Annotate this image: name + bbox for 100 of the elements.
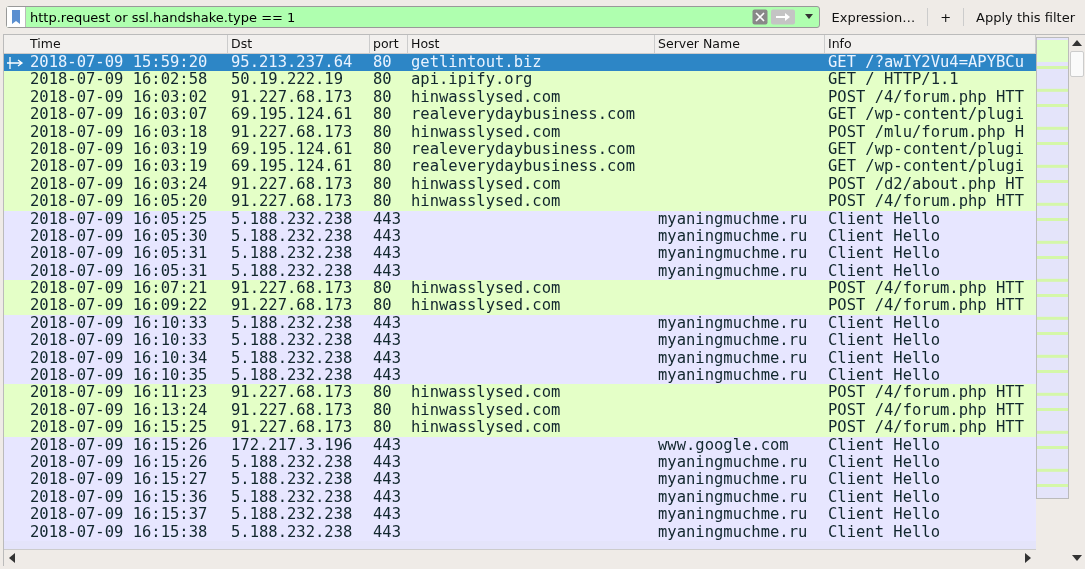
packet-row[interactable]: 2018-07-09 16:03:07 69.195.124.61 80 realeverydaybusiness.com GET /wp-content/plugi (4, 106, 1036, 124)
column-header[interactable]: Server Name (655, 35, 825, 53)
packet-row[interactable]: 2018-07-09 16:10:33 5.188.232.238 443 myaningmuchme.ru Client Hello (4, 332, 1036, 350)
table-cell: hinwasslysed.com (411, 88, 561, 107)
table-cell: 80 (373, 106, 392, 124)
column-header[interactable]: Host (408, 35, 655, 53)
table-cell: Client Hello (828, 227, 940, 246)
toolbar-button[interactable]: + (936, 7, 956, 27)
table-cell: 443 (373, 210, 401, 228)
column-header[interactable]: port (370, 35, 408, 53)
toolbar-button[interactable]: Expression… (827, 7, 920, 27)
scroll-right-icon[interactable] (1024, 553, 1032, 563)
table-cell: myaningmuchme.ru (658, 245, 808, 263)
table-cell: 443 (373, 506, 401, 524)
table-cell: 80 (373, 297, 392, 315)
table-cell: 2018-07-09 16:10:34 (30, 349, 208, 368)
packet-row[interactable]: 2018-07-09 16:05:20 91.227.68.173 80 hinwasslysed.com POST /4/forum.php HTT (4, 193, 1036, 211)
table-cell: 2018-07-09 16:15:27 (30, 471, 208, 489)
packet-row[interactable]: 2018-07-09 16:15:27 5.188.232.238 443 myaningmuchme.ru Client Hello (4, 471, 1036, 489)
table-cell: 5.188.232.238 (231, 523, 353, 541)
table-cell: 91.227.68.173 (231, 419, 353, 437)
table-cell: POST /4/forum.php HTT (828, 401, 1024, 420)
packet-row[interactable]: 2018-07-09 16:07:21 91.227.68.173 80 hinwasslysed.com POST /4/forum.php HTT (4, 280, 1036, 298)
table-cell: 443 (373, 332, 401, 350)
table-cell: 443 (373, 488, 401, 507)
filter-field[interactable]: http.request or ssl.handshake.type == 1 (6, 6, 820, 28)
column-header[interactable]: Dst (228, 35, 370, 53)
bookmark-icon[interactable] (7, 7, 26, 27)
scroll-up-icon[interactable] (1072, 39, 1083, 47)
column-header[interactable]: Info (825, 35, 1036, 53)
table-cell: 443 (373, 314, 401, 333)
dropdown-caret-icon[interactable] (804, 14, 813, 20)
table-cell: hinwasslysed.com (411, 175, 561, 194)
packet-row[interactable]: 2018-07-09 16:05:31 5.188.232.238 443 myaningmuchme.ru Client Hello (4, 245, 1036, 263)
table-cell: 172.217.3.196 (231, 436, 353, 454)
packet-row[interactable]: 2018-07-09 15:59:20 95.213.237.64 80 getlintout.biz GET /?awIY2Vu4=APYBCu (4, 54, 1036, 72)
table-cell: POST /4/forum.php HTT (828, 384, 1024, 402)
table-cell: 91.227.68.173 (231, 193, 353, 211)
table-cell: 2018-07-09 16:03:02 (30, 88, 208, 107)
table-cell: 443 (373, 245, 401, 263)
table-cell: 5.188.232.238 (231, 454, 353, 472)
table-cell: Client Hello (828, 367, 940, 385)
table-cell: 5.188.232.238 (231, 262, 353, 281)
table-cell: myaningmuchme.ru (658, 210, 808, 228)
table-cell: getlintout.biz (411, 54, 542, 72)
packet-row[interactable]: 2018-07-09 16:03:19 69.195.124.61 80 realeverydaybusiness.com GET /wp-content/plugi (4, 158, 1036, 176)
clear-icon[interactable] (751, 9, 768, 25)
table-cell: 91.227.68.173 (231, 297, 353, 315)
table-cell: 5.188.232.238 (231, 227, 353, 246)
toolbar-button[interactable]: Apply this filter (972, 7, 1079, 27)
packet-row[interactable]: 2018-07-09 16:15:37 5.188.232.238 443 myaningmuchme.ru Client Hello (4, 506, 1036, 524)
table-cell: 443 (373, 227, 401, 246)
table-cell: 91.227.68.173 (231, 88, 353, 107)
table-cell: 5.188.232.238 (231, 245, 353, 263)
table-cell: 2018-07-09 16:03:24 (30, 175, 208, 194)
packet-row[interactable]: 2018-07-09 16:09:22 91.227.68.173 80 hinwasslysed.com POST /4/forum.php HTT (4, 297, 1036, 315)
table-cell: www.google.com (658, 436, 789, 454)
table-cell: GET /wp-content/plugi (828, 158, 1024, 176)
table-cell: 2018-07-09 16:05:31 (30, 262, 208, 281)
scroll-left-icon[interactable] (8, 553, 16, 563)
table-cell: 2018-07-09 16:02:58 (30, 71, 208, 89)
packet-row[interactable]: 2018-07-09 16:02:58 50.19.222.19 80 api.ipify.org GET / HTTP/1.1 (4, 71, 1036, 89)
table-cell: 2018-07-09 16:10:33 (30, 332, 208, 350)
scroll-down-icon[interactable] (1072, 554, 1083, 562)
table-cell: 91.227.68.173 (231, 401, 353, 420)
packet-row[interactable]: 2018-07-09 16:11:23 91.227.68.173 80 hinwasslysed.com POST /4/forum.php HTT (4, 384, 1036, 402)
table-cell: myaningmuchme.ru (658, 506, 808, 524)
table-cell: 2018-07-09 16:15:36 (30, 488, 208, 507)
scrollbar-thumb[interactable] (1070, 51, 1085, 77)
table-cell: 91.227.68.173 (231, 175, 353, 194)
table-cell: 50.19.222.19 (231, 71, 343, 89)
column-header[interactable]: Time (4, 35, 228, 53)
table-cell: POST /4/forum.php HTT (828, 297, 1024, 315)
packet-row[interactable]: 2018-07-09 16:15:25 91.227.68.173 80 hinwasslysed.com POST /4/forum.php HTT (4, 419, 1036, 437)
table-cell: Client Hello (828, 245, 940, 263)
table-cell: 2018-07-09 16:05:25 (30, 210, 208, 228)
table-cell: 2018-07-09 16:15:37 (30, 506, 208, 524)
table-cell: 69.195.124.61 (231, 140, 353, 159)
table-cell: 2018-07-09 16:15:38 (30, 523, 208, 541)
table-cell: 443 (373, 349, 401, 368)
table-cell: myaningmuchme.ru (658, 314, 808, 333)
table-cell: 95.213.237.64 (231, 54, 353, 72)
table-cell: hinwasslysed.com (411, 384, 561, 402)
table-cell: 2018-07-09 16:15:26 (30, 454, 208, 472)
table-cell: 80 (373, 88, 392, 107)
table-cell: 443 (373, 523, 401, 541)
packet-row[interactable]: 2018-07-09 16:10:35 5.188.232.238 443 myaningmuchme.ru Client Hello (4, 367, 1036, 385)
table-cell: 5.188.232.238 (231, 210, 353, 228)
table-cell: 2018-07-09 16:03:07 (30, 106, 208, 124)
table-cell: 80 (373, 401, 392, 420)
table-cell: 2018-07-09 16:03:18 (30, 123, 208, 141)
table-cell: Client Hello (828, 506, 940, 524)
table-cell: myaningmuchme.ru (658, 488, 808, 507)
table-cell: 80 (373, 193, 392, 211)
table-cell: 2018-07-09 16:05:20 (30, 193, 208, 211)
table-cell: POST /4/forum.php HTT (828, 280, 1024, 298)
table-cell: 91.227.68.173 (231, 384, 353, 402)
table-cell: realeverydaybusiness.com (411, 158, 635, 176)
table-cell: 443 (373, 471, 401, 489)
table-cell: 80 (373, 419, 392, 437)
